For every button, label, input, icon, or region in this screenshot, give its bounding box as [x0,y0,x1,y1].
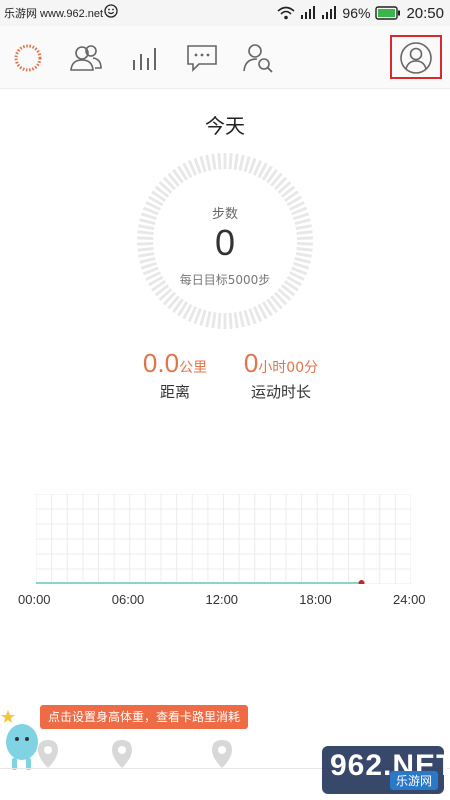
ring-tick [228,153,233,170]
steps-ring-tab[interactable] [8,38,48,78]
mascot-icon[interactable] [0,708,40,774]
watermark-sub: 乐游网 [389,771,438,790]
smile-icon [104,4,118,18]
x-tick-label: 18:00 [299,592,332,607]
steps-value: 0 [214,222,236,263]
duration-unit: 小时00分 [258,360,319,376]
duration-label: 运动时长 [250,383,311,401]
profile-highlight-box [390,35,442,79]
chart-x-axis: 00:00 06:00 12:00 18:00 24:00 [0,592,450,612]
ring-tick [211,312,217,329]
top-tab-bar [0,26,450,89]
milestone-pin-icon-2 [112,740,132,768]
ring-tick [199,155,207,173]
signal-icon-2 [322,6,337,19]
current-time-dot [358,580,365,584]
friends-tab[interactable] [66,38,106,78]
ring-tick [238,311,245,328]
ring-tick [243,155,251,173]
activity-chart [36,494,411,584]
x-tick-label: 06:00 [111,592,145,607]
battery-icon [375,6,401,20]
distance-unit: 公里 [179,360,208,376]
status-right: 96% 20:50 [277,3,444,23]
milestone-pin-icon [38,740,58,768]
x-tick-label: 24:00 [393,592,426,607]
ring-tick [193,308,202,325]
battery-percent: 96% [342,5,371,21]
today-title: 今天 [205,114,245,138]
steps-label: 步数 [211,207,238,222]
duration-metric: 0小时00分 运动时长 [206,348,356,402]
messages-tab[interactable] [182,38,222,78]
ring-tick [233,153,239,170]
ring-tick [233,312,239,329]
chat-bubble-icon [187,45,217,72]
ring-tick [248,308,257,325]
bar-chart-icon [133,48,156,70]
ring-tick [199,309,207,327]
find-friend-tab[interactable] [238,38,278,78]
status-watermark: 乐游网 www.962.net [4,8,104,20]
distance-value: 0.0 [142,348,180,378]
ring-tick [228,312,233,329]
daily-goal: 每日目标5000步 [179,273,271,287]
duration-value: 0 [243,348,259,378]
clock: 20:50 [406,4,444,22]
milestone-pin-icon-3 [212,740,232,768]
status-bar: 乐游网 www.962.net 96% 20:50 [0,0,450,26]
wifi-icon [277,6,295,20]
steps-ring-icon [14,44,42,72]
watermark-badge: 962.NET 乐游网 [322,746,450,794]
ring-tick [205,311,212,328]
ring-tick [217,153,222,170]
ring-tick [193,157,202,174]
x-tick-label: 12:00 [205,592,239,607]
set-body-info-hint[interactable]: 点击设置身高体重，查看卡路里消耗 [40,705,249,729]
ring-tick [205,154,212,171]
people-icon [70,45,102,71]
person-search-icon [243,44,273,73]
ring-tick [243,309,251,327]
x-tick-label: 00:00 [18,592,51,607]
ring-tick [217,312,222,329]
signal-icon [301,6,316,19]
ring-tick [248,157,257,174]
ring-tick [238,154,245,171]
ring-tick [211,153,217,170]
ranking-tab[interactable] [124,38,164,78]
